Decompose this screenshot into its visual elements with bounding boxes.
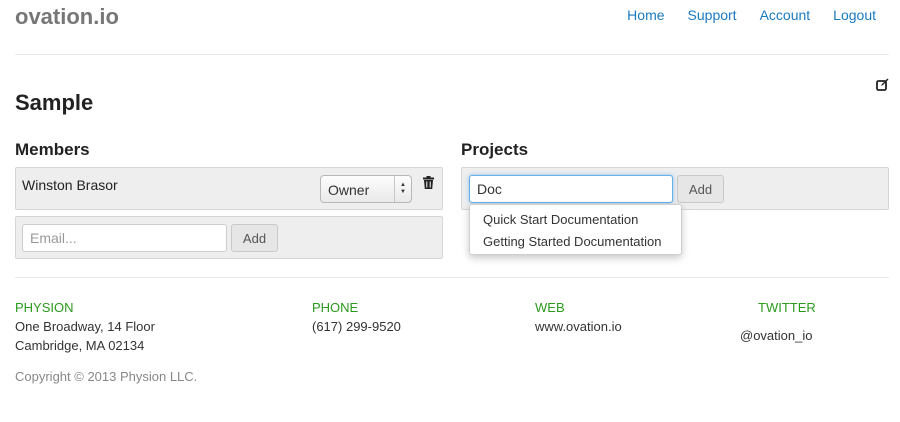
trash-icon[interactable] [423, 176, 434, 189]
add-member-button[interactable]: Add [231, 224, 278, 252]
projects-heading: Projects [461, 140, 529, 159]
member-name: Winston Brasor [22, 177, 118, 193]
member-role-select[interactable]: Owner ▲ ▼ [320, 175, 412, 203]
project-suggestions-dropdown: Quick Start Documentation Getting Starte… [469, 204, 682, 255]
copyright-text: Copyright © 2013 Physion LLC. [15, 369, 198, 384]
page-title: Sample [15, 90, 94, 115]
brand-logo[interactable]: ovation.io [15, 4, 119, 30]
suggestion-item[interactable]: Getting Started Documentation [483, 234, 662, 249]
footer-web-link[interactable]: www.ovation.io [535, 319, 622, 334]
footer-address-line: Cambridge, MA 02134 [15, 338, 145, 353]
nav-logout-link[interactable]: Logout [833, 7, 876, 23]
footer-phone-heading: PHONE [312, 300, 359, 315]
footer-web-heading: WEB [535, 300, 565, 315]
header-divider [15, 54, 889, 55]
suggestion-item[interactable]: Quick Start Documentation [483, 212, 638, 227]
edit-icon[interactable] [876, 78, 889, 91]
nav-account-link[interactable]: Account [760, 7, 811, 23]
add-project-button[interactable]: Add [677, 175, 724, 203]
nav-support-link[interactable]: Support [688, 7, 737, 23]
nav-home-link[interactable]: Home [627, 7, 664, 23]
project-search-input[interactable] [469, 175, 673, 203]
top-nav: Home Support Account Logout [627, 7, 876, 23]
member-email-input[interactable] [22, 224, 227, 252]
footer-divider [15, 277, 889, 278]
footer-twitter-link[interactable]: @ovation_io [740, 328, 812, 343]
footer-twitter-heading: TWITTER [758, 300, 816, 315]
footer-phone-value: (617) 299-9520 [312, 319, 401, 334]
member-role-value: Owner [328, 182, 370, 198]
footer-physion-heading: PHYSION [15, 300, 74, 315]
footer-address-line: One Broadway, 14 Floor [15, 319, 155, 334]
chevron-up-down-icon: ▲ ▼ [394, 176, 411, 202]
members-heading: Members [15, 140, 90, 159]
